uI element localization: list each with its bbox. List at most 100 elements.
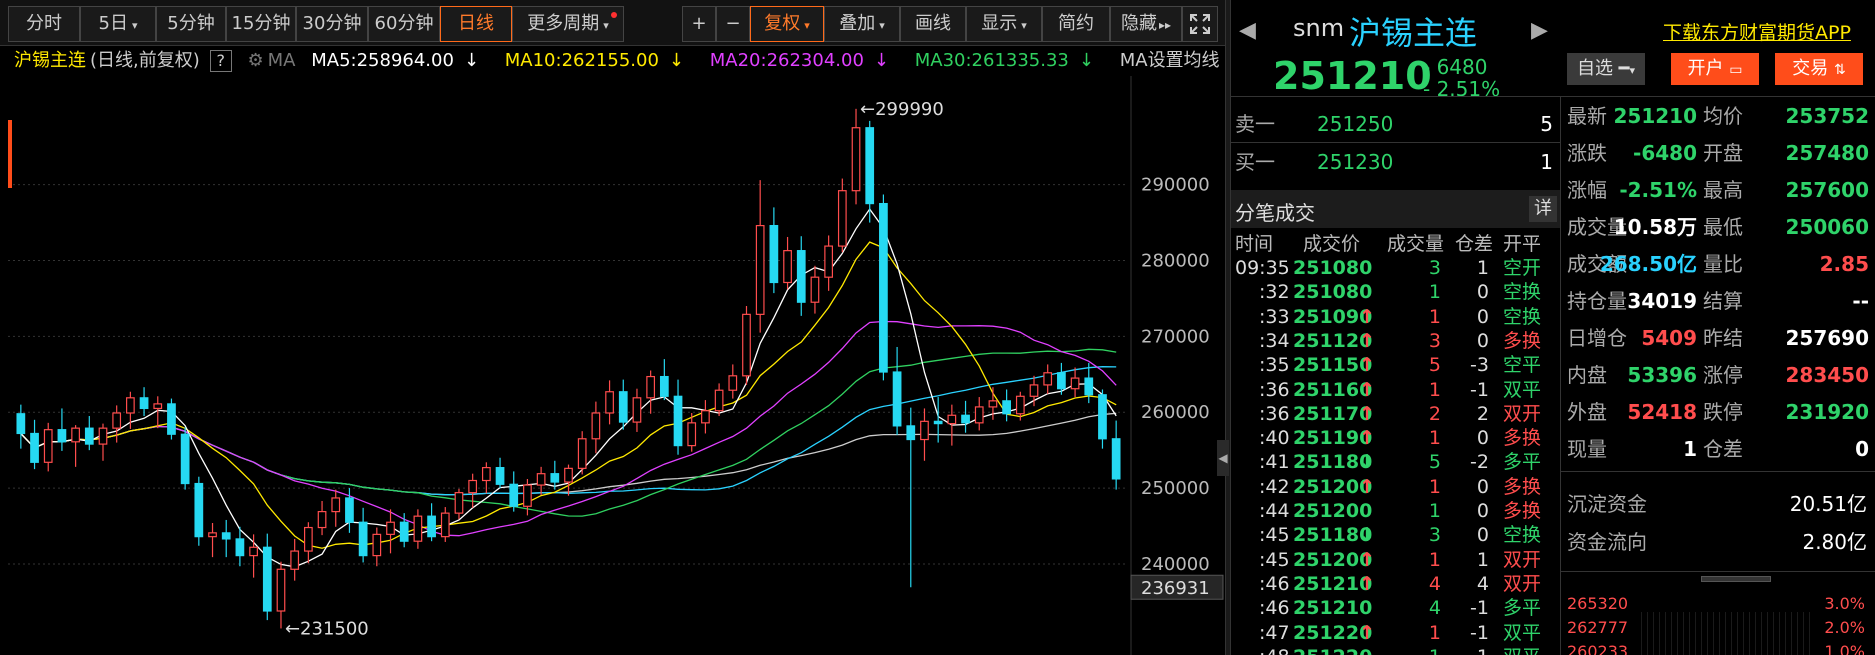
tab-label: 日线 (458, 13, 494, 34)
next-contract-button[interactable]: ▶ (1531, 18, 1548, 43)
candle-up (276, 568, 286, 612)
tick-row: :45 251180 ↓ 3 0 空换 (1231, 523, 1560, 547)
bid-row[interactable]: 买一 251230 1 (1231, 144, 1561, 181)
hide-button[interactable]: 隐藏 ▸▸ (1110, 6, 1182, 42)
tick-oi-change: -3 (1470, 354, 1489, 377)
stat-value: 251210 (1613, 104, 1698, 128)
tab-daily[interactable]: 日线 (440, 6, 512, 42)
tab-60min[interactable]: 60分钟 (368, 6, 440, 42)
candle-down (262, 546, 272, 612)
candle-up (1029, 384, 1039, 397)
tick-row: :45 251200 ↑ 1 1 双开 (1231, 548, 1560, 572)
tick-price: 251080 (1293, 281, 1373, 304)
tick-time: 09:35 (1235, 257, 1290, 279)
candle-down (892, 371, 902, 427)
tab-label: 60分钟 (374, 13, 434, 34)
ask-row[interactable]: 卖一 251250 5 (1231, 106, 1561, 143)
tab-5min[interactable]: 5分钟 (156, 6, 226, 42)
trade-button[interactable]: 交易 ⇅ (1775, 53, 1863, 85)
collapse-handle[interactable]: ◀ (1217, 440, 1229, 476)
candle-up (454, 492, 464, 514)
tick-row: :46 251210 ↑ 4 4 双开 (1231, 572, 1560, 596)
candle-up (523, 484, 532, 507)
fullscreen-icon (1190, 14, 1210, 34)
col-open-close: 开平 (1503, 233, 1542, 255)
tab-label: 分时 (26, 13, 62, 34)
draw-button[interactable]: 画线 (900, 6, 966, 42)
stat-label: 量比 (1703, 252, 1743, 276)
contract-code: snm (1293, 14, 1345, 42)
col-volume: 成交量 (1387, 233, 1445, 255)
candle-down (1057, 372, 1066, 390)
candle-up (413, 515, 423, 542)
download-app-link[interactable]: 下载东方财富期货APP (1663, 18, 1851, 45)
candle-up (126, 397, 135, 414)
stats-row: 涨跌 -6480 开盘 257480 (1567, 135, 1869, 172)
tick-row: :44 251200 1 0 多换 (1231, 499, 1560, 523)
stat-label: 最高 (1703, 178, 1743, 202)
candle-up (646, 375, 656, 399)
zoom-out-button[interactable]: − (716, 6, 750, 42)
stat-value: 250060 (1785, 215, 1870, 239)
ma10-value: MA10:262155.00 ↓ (505, 50, 694, 71)
gear-icon[interactable]: ⚙ (248, 50, 264, 71)
button-label: 自选 ━ (1576, 58, 1630, 79)
candle-down (358, 521, 368, 557)
tick-panel-title: 分笔成交 (1235, 201, 1315, 225)
tick-volume: 3 (1428, 257, 1441, 279)
kline-chart[interactable]: 290000 280000 270000 260000 250000 240000 2369… (0, 76, 1225, 655)
y-tick-label: 240000 (1141, 554, 1210, 575)
stat-value: 53396 (1627, 363, 1697, 387)
candle-down (933, 420, 943, 425)
prev-contract-button[interactable]: ◀ (1239, 18, 1256, 43)
fullscreen-button[interactable] (1182, 6, 1218, 42)
left-edge-marker (8, 120, 12, 188)
stat-value: 52418 (1627, 400, 1697, 424)
col-time: 时间 (1235, 233, 1274, 255)
display-button[interactable]: 显示 ▾ (966, 6, 1042, 42)
tick-row: :32 251080 1 0 空换 (1231, 280, 1560, 304)
candle-up (701, 410, 710, 424)
y-tick-label: 270000 (1141, 326, 1210, 347)
candle-up (742, 313, 751, 377)
tick-time: :33 (1259, 305, 1290, 328)
swap-icon: ⇅ (1834, 62, 1846, 78)
mini-scale-price: 262777 (1567, 618, 1629, 637)
help-button[interactable]: ? (209, 50, 232, 72)
tick-volume: 1 (1428, 621, 1441, 644)
tick-oi-change: -1 (1470, 378, 1489, 401)
tab-more-periods[interactable]: 更多周期 ▾ (512, 6, 624, 42)
ma5-line (20, 207, 1117, 568)
stat-value: 5409 (1641, 326, 1697, 350)
tick-volume: 4 (1428, 572, 1441, 595)
tick-oi-change: 0 (1476, 475, 1489, 498)
mini-scale-pct: 2.0% (1824, 618, 1865, 637)
low-annotation: ←231500 (285, 618, 369, 639)
mini-chart-drag-handle[interactable] (1701, 576, 1771, 582)
button-label: 开户 (1687, 58, 1724, 79)
zoom-in-button[interactable]: + (682, 6, 716, 42)
tab-5day[interactable]: 5日 ▾ (80, 6, 156, 42)
tick-oi-change: -1 (1470, 597, 1489, 620)
tick-detail-button[interactable]: 详 (1529, 196, 1557, 222)
tab-15min[interactable]: 15分钟 (226, 6, 296, 42)
y-axis: 290000 280000 270000 260000 250000 240000 2369… (1130, 175, 1224, 600)
tick-time: :42 (1259, 475, 1290, 498)
simple-button[interactable]: 简约 (1042, 6, 1110, 42)
chevron-down-icon: ▾ (804, 19, 810, 32)
watchlist-button[interactable]: 自选 ━▾ (1567, 53, 1645, 85)
ask-volume: 5 (1540, 112, 1553, 136)
contract-name: 沪锡主连 (14, 50, 86, 71)
tab-intraday[interactable]: 分时 (8, 6, 80, 42)
stat-value: 1 (1683, 437, 1697, 461)
candle-down (16, 413, 26, 435)
tab-30min[interactable]: 30分钟 (296, 6, 368, 42)
candle-up (71, 427, 80, 443)
open-account-button[interactable]: 开户 ▭ (1671, 53, 1759, 85)
tick-volume: 4 (1428, 597, 1441, 620)
tick-time: :41 (1259, 451, 1290, 474)
adjust-button[interactable]: 复权 ▾ (750, 6, 824, 42)
overlay-button[interactable]: 叠加 ▾ (824, 6, 900, 42)
candle-down (345, 497, 354, 523)
button-label: 显示 (981, 13, 1018, 34)
